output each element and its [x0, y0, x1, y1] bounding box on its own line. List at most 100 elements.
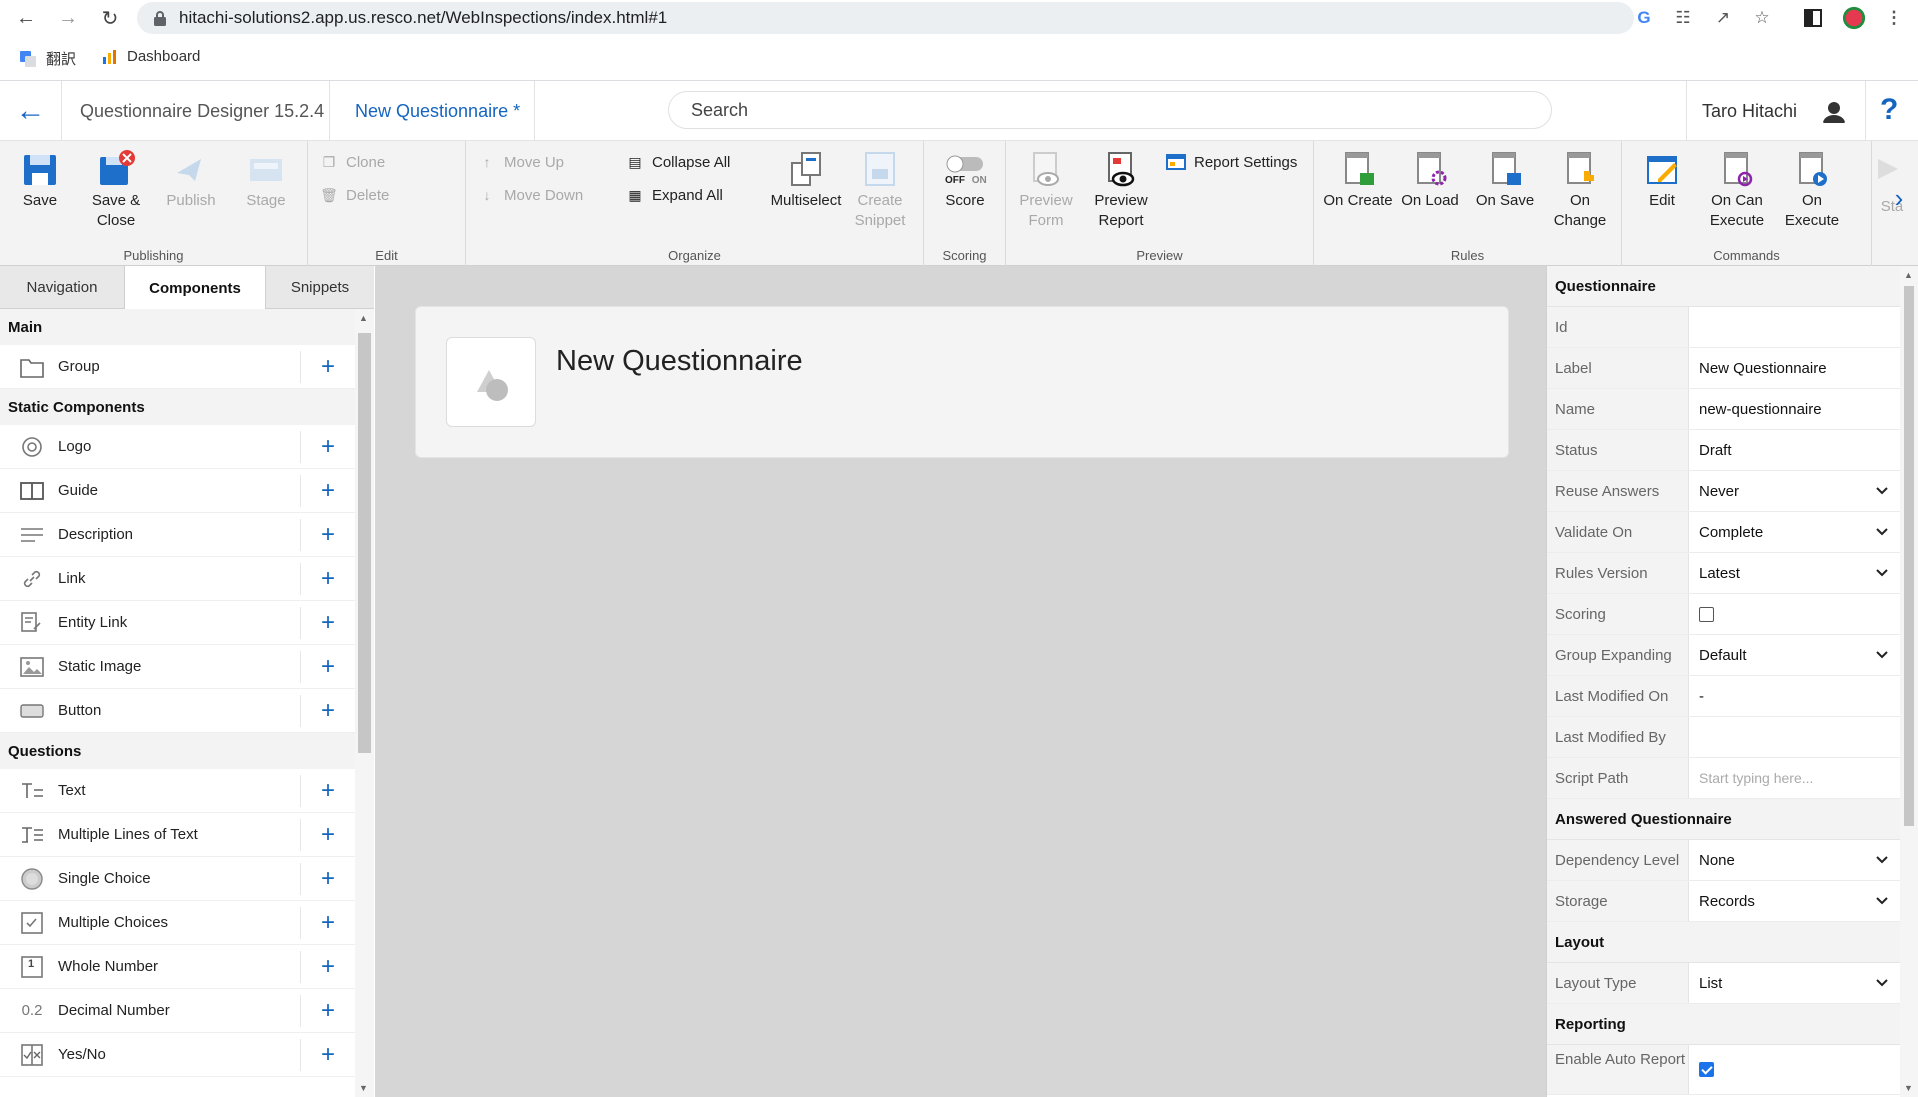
bookmark-dashboard[interactable]: Dashboard [101, 48, 200, 65]
create-snippet-button[interactable]: Create Snippet [844, 149, 916, 231]
property-select[interactable]: None [1689, 840, 1900, 880]
component-item-button[interactable]: Button + [0, 689, 355, 733]
add-plus-icon[interactable]: + [300, 907, 355, 939]
component-item-guide[interactable]: Guide + [0, 469, 355, 513]
add-plus-icon[interactable]: + [300, 995, 355, 1027]
multiselect-button[interactable]: Multiselect [766, 149, 846, 211]
browser-forward-icon[interactable]: → [54, 4, 82, 32]
property-value[interactable]: New Questionnaire [1689, 348, 1900, 388]
back-arrow-icon[interactable]: ← [0, 81, 62, 141]
on-load-button[interactable]: On Load [1394, 149, 1466, 211]
on-create-button[interactable]: On Create [1318, 149, 1398, 211]
questionnaire-logo-placeholder[interactable] [446, 337, 536, 427]
property-select[interactable]: Never [1689, 471, 1900, 511]
on-execute-button[interactable]: On Execute [1776, 149, 1848, 231]
profile-avatar-icon[interactable] [1842, 6, 1866, 30]
scroll-down-icon[interactable]: ▼ [1904, 1083, 1913, 1093]
move-up-button[interactable]: ↑ Move Up [478, 153, 565, 171]
component-item-static-image[interactable]: Static Image + [0, 645, 355, 689]
property-value[interactable]: new-questionnaire [1689, 389, 1900, 429]
address-bar[interactable]: hitachi-solutions2.app.us.resco.net/WebI… [137, 2, 1634, 34]
component-item-group[interactable]: Group + [0, 345, 355, 389]
add-plus-icon[interactable]: + [300, 475, 355, 507]
add-plus-icon[interactable]: + [300, 819, 355, 851]
clone-button[interactable]: ❐ Clone [320, 153, 385, 171]
preview-report-button[interactable]: Preview Report [1085, 149, 1157, 231]
google-icon[interactable]: G [1632, 6, 1656, 30]
share-icon[interactable]: ↗ [1711, 6, 1735, 30]
browser-menu-icon[interactable]: ⋮ [1882, 6, 1906, 30]
component-item-whole-number[interactable]: 1 Whole Number + [0, 945, 355, 989]
save-button[interactable]: Save [4, 149, 76, 211]
sidepanel-icon[interactable] [1801, 6, 1825, 30]
property-value[interactable] [1689, 717, 1900, 757]
checkbox-unchecked-icon[interactable] [1699, 606, 1714, 622]
property-value[interactable] [1689, 307, 1900, 347]
tab-components[interactable]: Components [125, 266, 266, 310]
expand-all-button[interactable]: ▦ Expand All [626, 186, 723, 204]
property-input[interactable]: Start typing here... [1689, 758, 1900, 798]
stage-button[interactable]: Stage [230, 149, 302, 211]
scroll-up-icon[interactable]: ▲ [359, 313, 368, 323]
component-item-single-choice[interactable]: Single Choice + [0, 857, 355, 901]
property-checkbox[interactable] [1689, 1045, 1900, 1094]
add-plus-icon[interactable]: + [300, 519, 355, 551]
search-input[interactable]: Search [668, 91, 1552, 129]
tab-snippets[interactable]: Snippets [266, 266, 374, 309]
add-plus-icon[interactable]: + [300, 351, 355, 383]
delete-button[interactable]: 🗑 Delete [320, 186, 389, 204]
property-select[interactable]: Default [1689, 635, 1900, 675]
properties-scrollbar[interactable]: ▲ ▼ [1900, 266, 1918, 1097]
collapse-all-button[interactable]: ▤ Collapse All [626, 153, 730, 171]
component-item-text[interactable]: Text + [0, 769, 355, 813]
property-value[interactable]: Draft [1689, 430, 1900, 470]
property-select[interactable]: List [1689, 963, 1900, 1003]
save-close-button[interactable]: Save & Close [80, 149, 152, 231]
publish-button[interactable]: Publish [155, 149, 227, 211]
bookmark-star-icon[interactable]: ☆ [1750, 6, 1774, 30]
on-can-execute-button[interactable]: On Can Execute [1701, 149, 1773, 231]
scrollbar-thumb[interactable] [358, 333, 371, 753]
reload-icon[interactable]: ↻ [96, 4, 124, 32]
questionnaire-title[interactable]: New Questionnaire [556, 345, 803, 378]
tab-navigation[interactable]: Navigation [0, 266, 125, 309]
browser-back-icon[interactable]: ← [12, 4, 40, 32]
user-menu[interactable]: Taro Hitachi [1686, 81, 1866, 141]
add-plus-icon[interactable]: + [300, 431, 355, 463]
scroll-down-icon[interactable]: ▼ [359, 1083, 368, 1093]
add-plus-icon[interactable]: + [300, 863, 355, 895]
component-item-multiple-choices[interactable]: Multiple Choices + [0, 901, 355, 945]
property-value[interactable]: - [1689, 676, 1900, 716]
add-plus-icon[interactable]: + [300, 651, 355, 683]
preview-form-button[interactable]: Preview Form [1010, 149, 1082, 231]
scrollbar-thumb[interactable] [1904, 286, 1914, 826]
components-scrollbar[interactable]: ▲ ▼ [355, 309, 374, 1097]
property-select[interactable]: Records [1689, 881, 1900, 921]
component-item-logo[interactable]: Logo + [0, 425, 355, 469]
translate-icon[interactable]: ☷ [1671, 6, 1695, 30]
on-change-button[interactable]: On Change [1544, 149, 1616, 231]
component-item-description[interactable]: Description + [0, 513, 355, 557]
add-plus-icon[interactable]: + [300, 951, 355, 983]
move-down-button[interactable]: ↓ Move Down [478, 186, 584, 204]
bookmark-translate[interactable]: 翻訳 [20, 48, 76, 69]
add-plus-icon[interactable]: + [300, 775, 355, 807]
add-plus-icon[interactable]: + [300, 607, 355, 639]
add-plus-icon[interactable]: + [300, 695, 355, 727]
add-plus-icon[interactable]: + [300, 563, 355, 595]
command-edit-button[interactable]: Edit [1626, 149, 1698, 211]
questionnaire-tab[interactable]: New Questionnaire * [330, 81, 535, 141]
property-select[interactable]: Latest [1689, 553, 1900, 593]
scroll-up-icon[interactable]: ▲ [1904, 270, 1913, 280]
component-item-decimal-number[interactable]: 0.2 Decimal Number + [0, 989, 355, 1033]
checkbox-checked-icon[interactable] [1699, 1062, 1714, 1077]
component-item-multiple-lines-of-text[interactable]: Multiple Lines of Text + [0, 813, 355, 857]
property-select[interactable]: Complete [1689, 512, 1900, 552]
questionnaire-header-card[interactable]: New Questionnaire [415, 306, 1509, 458]
report-settings-button[interactable]: Report Settings [1166, 153, 1297, 171]
property-checkbox[interactable] [1689, 594, 1900, 634]
score-toggle[interactable]: OFF ON Score [929, 149, 1001, 211]
component-item-yes-no[interactable]: Yes/No + [0, 1033, 355, 1077]
ribbon-scroll-right-icon[interactable]: › [1886, 183, 1912, 213]
component-item-entity-link[interactable]: Entity Link + [0, 601, 355, 645]
